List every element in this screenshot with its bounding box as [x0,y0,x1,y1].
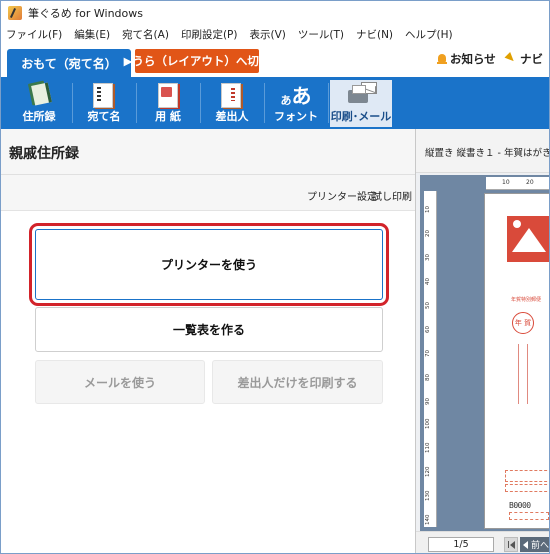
toolbar-divider [200,83,201,123]
print-sender-only-button[interactable]: 差出人だけを印刷する [212,360,383,404]
toolbar-print-mail-button[interactable]: 印刷･メール [330,80,392,127]
test-print-link[interactable]: 試し印刷 [372,188,412,203]
tab-back-layout-switch[interactable]: ▶うら（レイアウト）へ切替 [124,49,270,73]
ruler-tick-label: 130 [425,490,431,502]
menu-view[interactable]: 表示(V) [249,27,285,42]
menu-file[interactable]: ファイル(F) [6,27,62,42]
pane-header: 親戚住所録 [1,129,415,175]
printer-settings-link[interactable]: プリンター設定 [307,188,377,203]
ruler-tick-label: 80 [425,374,431,381]
prev-page-button[interactable]: 前へ [520,537,550,552]
postal-code-boxes [505,470,549,482]
toolbar-divider [72,83,73,123]
font-icon-big-glyph: あ [291,84,312,108]
mt-fuji-stamp-icon [507,216,549,262]
navi-label: ナビ [520,52,543,66]
menu-print-settings[interactable]: 印刷設定(P) [181,27,238,42]
ruler-tick-label: 30 [425,254,431,261]
address-guide-lines [518,344,528,404]
notifications-button[interactable]: お知らせ [437,51,496,67]
toolbar-paper-button[interactable]: 用 紙 [138,80,198,127]
menu-tools[interactable]: ツール(T) [298,27,344,42]
toolbar-font-button[interactable]: ああ フォント [266,80,326,127]
ruler-tick-label: 110 [425,442,431,454]
print-options-pane: 親戚住所録 プリンター設定 試し印刷 プリンターを使う 一覧表を作る メールを使… [1,129,416,553]
ruler-tick-label: 90 [425,398,431,405]
envelope-icon [361,82,377,94]
toolbar-label: フォント [274,110,318,123]
toolbar-divider [264,83,265,123]
toolbar-address-button[interactable]: 宛て名 [74,80,134,127]
ruler-tick-label: 40 [425,278,431,285]
nenga-special-mail-text: 年賀特別郵便 [511,297,542,303]
first-page-icon[interactable] [504,537,518,552]
menu-address[interactable]: 宛て名(A) [122,27,169,42]
title-bar: 筆ぐるめ for Windows [1,1,549,25]
nenga-mark: 年 賀 [512,312,534,334]
toolbar-address-book-button[interactable]: 住所録 [9,80,69,127]
layout-description: 縦置き 縦書き１ - 年賀はがき [425,148,550,159]
address-book-icon [23,80,55,106]
font-icon-small-glyph: あ [280,94,292,107]
window-title: 筆ぐるめ for Windows [28,7,144,20]
toolbar-label: 住所録 [22,110,56,123]
font-icon: ああ [280,80,312,106]
address-book-title: 親戚住所録 [9,146,79,162]
main-toolbar: 住所録 宛て名 用 紙 差出人 ああ フォント 印刷･メール [1,77,549,129]
preview-header: 縦置き 縦書き１ - 年賀はがき [416,129,550,173]
navi-button[interactable]: ナビ [506,51,543,67]
tab-front-address[interactable]: おもて（宛て名） [7,49,131,77]
postcard-preview[interactable]: 年賀特別郵便 年 賀 B0000 [484,193,549,529]
print-links-bar: プリンター設定 試し印刷 [1,175,415,211]
menu-navi[interactable]: ナビ(N) [356,27,393,42]
ruler-tick-label: 60 [425,326,431,333]
ruler-tick-label: 70 [425,350,431,357]
bell-icon [437,53,447,65]
address-card-icon [88,80,120,108]
ruler-tick-label: 20 [526,179,534,186]
sun-shape [513,220,521,228]
print-mail-icon [345,80,377,106]
mountain-shape [512,228,546,252]
page-indicator[interactable]: 1/5 [428,537,494,552]
preview-pager: 1/5 前へ [416,531,550,553]
app-brush-icon [8,6,22,20]
ruler-tick-label: 50 [425,302,431,309]
toolbar-divider [136,83,137,123]
sender-icon [216,80,248,108]
side-tabs-row: おもて（宛て名） ▶うら（レイアウト）へ切替 お知らせ ナビ [1,43,549,77]
menu-bar: ファイル(F) 編集(E) 宛て名(A) 印刷設定(P) 表示(V) ツール(T… [1,25,549,43]
app-window: 筆ぐるめ for Windows ファイル(F) 編集(E) 宛て名(A) 印刷… [0,0,550,554]
paper-icon [152,80,184,108]
toolbar-label: 印刷･メール [330,110,392,123]
menu-help[interactable]: ヘルプ(H) [405,27,453,42]
menu-edit[interactable]: 編集(E) [74,27,110,42]
toolbar-label: 差出人 [215,110,249,123]
ruler-tick-label: 120 [425,466,431,478]
toolbar-divider [328,83,329,123]
navi-arrow-icon [506,54,517,65]
postal-code-boxes [505,484,549,492]
toolbar-label: 宛て名 [87,110,121,123]
use-printer-button[interactable]: プリンターを使う [29,223,389,306]
ruler-tick-label: 140 [425,514,431,526]
preview-pane: 縦置き 縦書き１ - 年賀はがき 10 20 10 20 30 40 50 60… [416,129,550,553]
ruler-tick-label: 20 [425,230,431,237]
notifications-label: お知らせ [450,52,496,66]
toolbar-sender-button[interactable]: 差出人 [202,80,262,127]
prev-label: 前へ [531,541,550,551]
ruler-tick-label: 100 [425,418,431,430]
make-list-button[interactable]: 一覧表を作る [35,307,383,352]
ruler-horizontal: 10 20 [486,177,549,190]
use-mail-button[interactable]: メールを使う [35,360,205,404]
sender-zip-boxes [509,512,549,520]
ruler-vertical: 10 20 30 40 50 60 70 80 90 100 110 120 1… [424,191,437,527]
triangle-left-icon [523,540,528,549]
sender-zip-text: B0000 [509,501,531,510]
ruler-tick-label: 10 [502,179,510,186]
toolbar-label: 用 紙 [155,110,181,123]
ruler-tick-label: 10 [425,206,431,213]
